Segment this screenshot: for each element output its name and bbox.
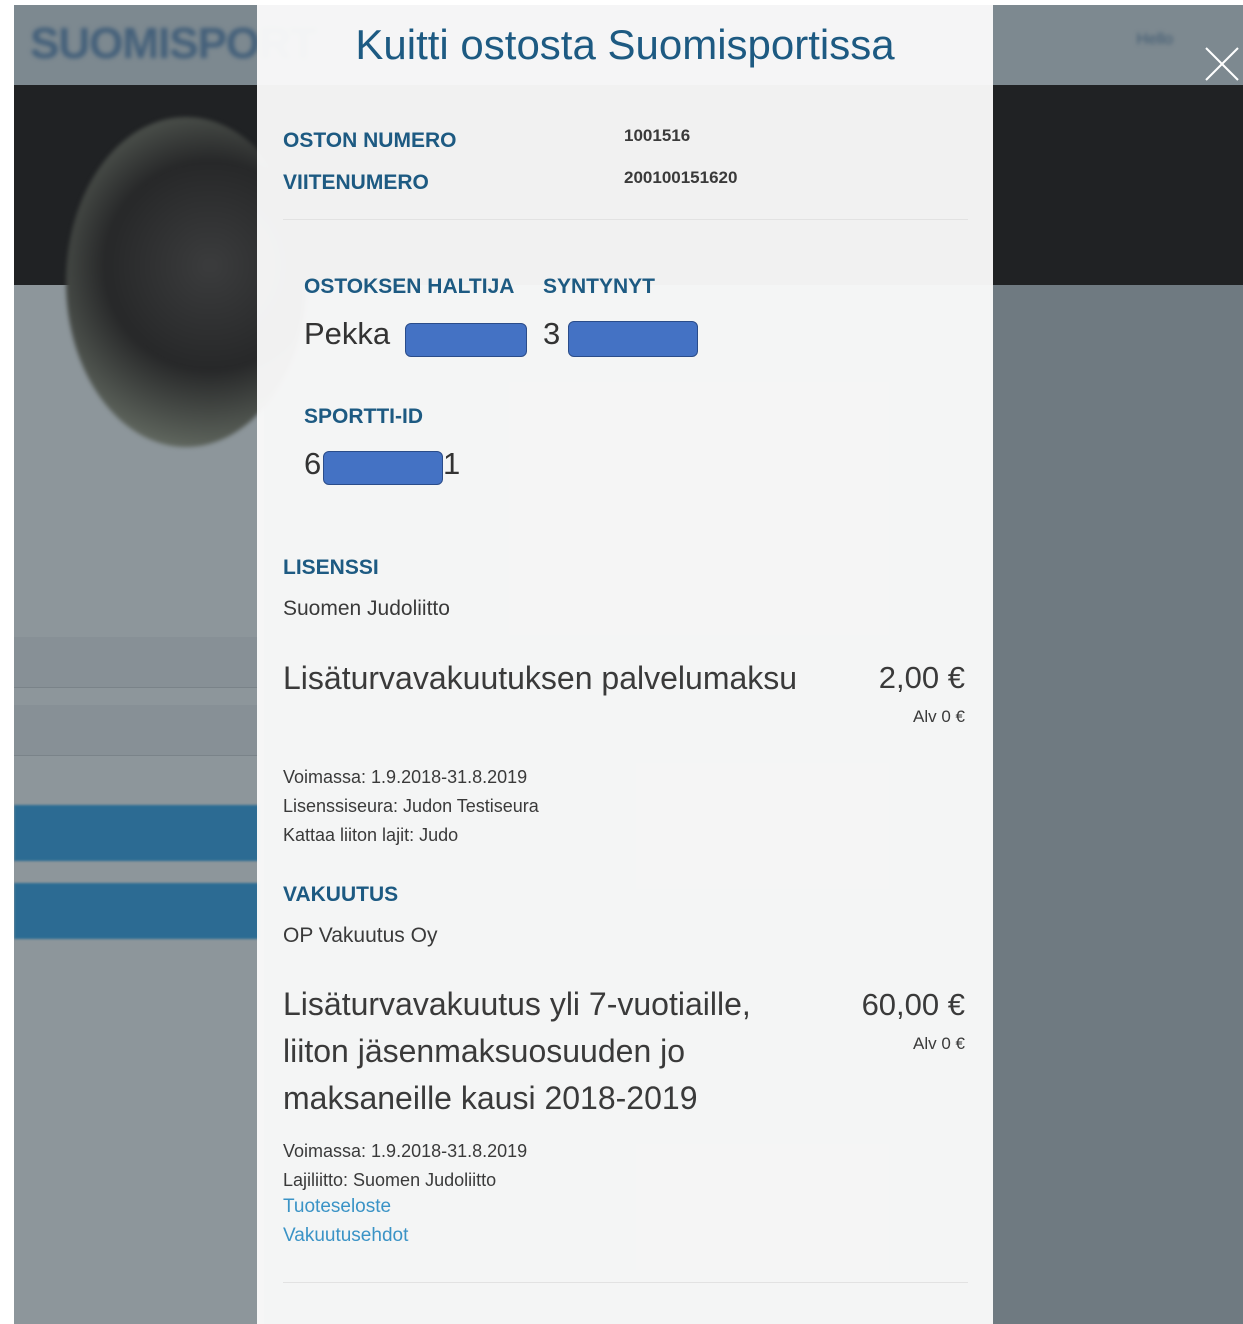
product-title: Lisäturvavakuutus yli 7-vuotiaille, liit… bbox=[283, 986, 751, 1116]
divider bbox=[283, 1282, 968, 1283]
holder-name: Pekka bbox=[304, 316, 391, 351]
product-vat: Alv 0 € bbox=[913, 1034, 965, 1053]
product-description-link[interactable]: Tuoteseloste bbox=[283, 1196, 391, 1218]
divider bbox=[283, 219, 968, 220]
sportti-id-suffix: 1 bbox=[443, 446, 461, 481]
license-provider: Suomen Judoliitto bbox=[283, 597, 450, 620]
sportti-id-prefix: 6 bbox=[304, 446, 322, 481]
purchase-holder-label: OSTOKSEN HALTIJA bbox=[304, 275, 515, 298]
product-detail: Voimassa: 1.9.2018-31.8.2019 bbox=[283, 1141, 528, 1161]
reference-number-value: 200100151620 bbox=[624, 168, 738, 187]
product-detail: Kattaa liiton lajit: Judo bbox=[283, 825, 459, 845]
license-section-label: LISENSSI bbox=[283, 556, 379, 579]
background-button bbox=[14, 883, 259, 939]
sportti-id-label: SPORTTI-ID bbox=[304, 405, 423, 428]
birth-date-label: SYNTYNYT bbox=[543, 275, 656, 298]
product-detail: Lajiliitto: Suomen Judoliitto bbox=[283, 1170, 497, 1190]
redaction-box bbox=[323, 451, 443, 485]
product-detail: Lisenssiseura: Judon Testiseura bbox=[283, 796, 539, 816]
product-price: 60,00 € bbox=[861, 987, 965, 1022]
product-price: 2,00 € bbox=[878, 660, 965, 695]
product-title: Lisäturvavakuutuksen palvelumaksu bbox=[283, 660, 798, 696]
background-row bbox=[14, 637, 259, 688]
order-number-label: OSTON NUMERO bbox=[283, 129, 457, 152]
order-number-value: 1001516 bbox=[624, 126, 691, 145]
insurance-section-label: VAKUUTUS bbox=[283, 883, 399, 906]
product-detail: Voimassa: 1.9.2018-31.8.2019 bbox=[283, 767, 528, 787]
product-vat: Alv 0 € bbox=[913, 707, 965, 726]
close-button[interactable] bbox=[1200, 42, 1243, 86]
close-icon bbox=[1205, 47, 1239, 81]
background-button bbox=[14, 805, 259, 861]
modal-title: Kuitti ostosta Suomisportissa bbox=[355, 21, 895, 68]
reference-number-label: VIITENUMERO bbox=[283, 171, 429, 194]
receipt-modal: Kuitti ostosta Suomisportissa OSTON NUME… bbox=[257, 5, 993, 1324]
birth-date-value: 3 bbox=[543, 316, 561, 351]
redaction-box bbox=[405, 323, 527, 357]
background-nav-link: Hello bbox=[1136, 31, 1173, 48]
redaction-box bbox=[568, 321, 698, 357]
insurance-provider: OP Vakuutus Oy bbox=[283, 924, 438, 947]
insurance-terms-link[interactable]: Vakuutusehdot bbox=[283, 1225, 408, 1247]
background-row bbox=[14, 705, 259, 756]
